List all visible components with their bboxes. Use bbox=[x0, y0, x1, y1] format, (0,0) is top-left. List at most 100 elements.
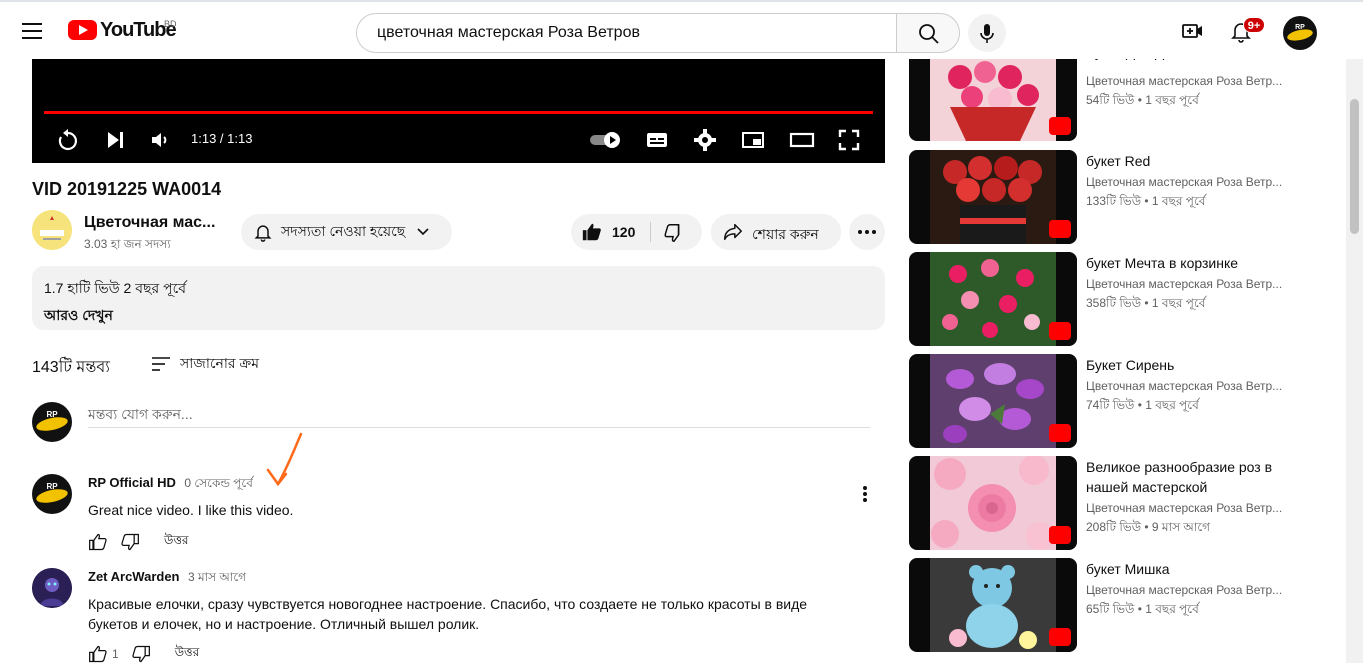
menu-icon[interactable] bbox=[22, 23, 42, 39]
notification-badge: 9+ bbox=[1243, 17, 1265, 33]
rp-official-avatar-icon: RP bbox=[32, 474, 72, 514]
related-title: букет Мишка bbox=[1086, 561, 1170, 577]
related-channel: Цветочная мастерская Роза Ветр... bbox=[1086, 175, 1283, 189]
video-thumbnail[interactable] bbox=[909, 354, 1077, 448]
related-channel: Цветочная мастерская Роза Ветр... bbox=[1086, 277, 1283, 291]
subscribed-button[interactable]: সদস্যতা নেওয়া হয়েছে bbox=[241, 214, 452, 250]
dislike-icon[interactable] bbox=[120, 532, 140, 552]
rp-official-avatar-icon: RP bbox=[32, 402, 72, 442]
more-actions-button[interactable] bbox=[849, 214, 885, 250]
roses-thumbnail-icon bbox=[930, 456, 1056, 550]
comment-avatar[interactable] bbox=[32, 568, 72, 608]
shorts-icon bbox=[1049, 424, 1071, 442]
theater-mode-icon[interactable] bbox=[789, 128, 815, 152]
dislike-icon[interactable] bbox=[663, 222, 685, 244]
rp-official-avatar-icon: RP bbox=[1283, 16, 1317, 50]
description-box[interactable]: 1.7 হাটি ভিউ 2 বছর পূর্বে আরও দেখুন bbox=[32, 266, 885, 330]
add-comment-input[interactable]: মন্তব্য যোগ করুন... bbox=[88, 402, 870, 428]
like-divider bbox=[650, 222, 651, 242]
add-comment-placeholder: মন্তব্য যোগ করুন... bbox=[88, 406, 193, 422]
related-video[interactable]: Букет Для Дамы Цветочная мастерская Роза… bbox=[909, 44, 1363, 141]
bouquet-thumbnail-icon bbox=[930, 150, 1056, 244]
next-icon[interactable] bbox=[104, 128, 128, 152]
comment-time[interactable]: 3 মাস আগে bbox=[188, 570, 246, 584]
time-display: 1:13 / 1:13 bbox=[191, 131, 253, 146]
page-scrollbar[interactable] bbox=[1346, 59, 1363, 663]
replay-icon[interactable] bbox=[56, 128, 80, 152]
related-channel: Цветочная мастерская Роза Ветр... bbox=[1086, 379, 1283, 393]
related-meta: 358টি ভিউ • 1 বছর পূর্বে bbox=[1086, 296, 1206, 310]
comment-author[interactable]: Zet ArcWarden bbox=[88, 569, 180, 584]
bouquet-thumbnail-icon bbox=[930, 252, 1056, 346]
comment-item: Zet ArcWarden 3 মাস আগে Красивые елочки,… bbox=[88, 568, 848, 663]
scrollbar-thumb[interactable] bbox=[1350, 99, 1359, 234]
fullscreen-icon[interactable] bbox=[837, 128, 861, 152]
top-bar: YouTube BD цветочная мастерская Роза Вет… bbox=[0, 0, 1363, 59]
comment-actions: 1 উত্তর bbox=[88, 644, 848, 663]
video-player[interactable]: 1:13 / 1:13 bbox=[32, 59, 885, 163]
video-thumbnail[interactable] bbox=[909, 150, 1077, 244]
like-icon[interactable] bbox=[88, 644, 108, 663]
teddy-bear-thumbnail-icon bbox=[930, 558, 1056, 652]
svg-text:RP: RP bbox=[46, 482, 58, 491]
related-channel: Цветочная мастерская Роза Ветр... bbox=[1086, 501, 1283, 515]
sort-label: সাজানোর ক্রম bbox=[180, 355, 260, 371]
show-more-link[interactable]: আরও দেখুন bbox=[44, 304, 873, 328]
video-thumbnail[interactable] bbox=[909, 252, 1077, 346]
share-label: শেয়ার করুন bbox=[752, 226, 819, 242]
settings-gear-icon[interactable] bbox=[693, 128, 717, 152]
svg-text:RP: RP bbox=[1295, 24, 1305, 31]
miniplayer-icon[interactable] bbox=[741, 128, 765, 152]
related-video[interactable]: букет Мишка Цветочная мастерская Роза Ве… bbox=[909, 558, 1363, 652]
create-button[interactable] bbox=[1181, 19, 1205, 43]
related-video[interactable]: Великое разнообразие роз в нашей мастерс… bbox=[909, 456, 1363, 550]
related-video[interactable]: Букет Сирень Цветочная мастерская Роза В… bbox=[909, 354, 1363, 448]
dislike-icon[interactable] bbox=[131, 644, 151, 663]
like-icon[interactable] bbox=[88, 532, 108, 552]
comment-item: RP Official HD 0 সেকেন্ড পূর্বে Great ni… bbox=[88, 474, 848, 552]
like-count: 120 bbox=[612, 224, 636, 240]
related-meta: 54টি ভিউ • 1 বছর পূর্বে bbox=[1086, 93, 1199, 107]
video-thumbnail[interactable] bbox=[909, 558, 1077, 652]
youtube-logo[interactable]: YouTube bbox=[68, 18, 177, 42]
progress-bar[interactable] bbox=[44, 111, 873, 114]
profile-avatar[interactable]: RP bbox=[1283, 16, 1317, 50]
channel-name[interactable]: Цветочная мас... bbox=[84, 214, 215, 232]
channel-avatar[interactable] bbox=[32, 210, 72, 250]
view-stats: 1.7 হাটি ভিউ 2 বছর পূর্বে bbox=[44, 280, 186, 296]
comment-time[interactable]: 0 সেকেন্ড পূর্বে bbox=[184, 476, 253, 490]
volume-icon[interactable] bbox=[148, 128, 172, 152]
comment-avatar[interactable]: RP bbox=[32, 474, 72, 514]
comment-text: Красивые елочки, сразу чувствуется новог… bbox=[88, 596, 808, 632]
subtitles-icon[interactable] bbox=[645, 128, 669, 152]
comment-author[interactable]: RP Official HD bbox=[88, 475, 176, 490]
related-title: Великое разнообразие роз в нашей мастерс… bbox=[1086, 459, 1273, 495]
like-icon[interactable] bbox=[581, 221, 603, 243]
related-channel: Цветочная мастерская Роза Ветр... bbox=[1086, 583, 1283, 597]
video-thumbnail[interactable] bbox=[909, 456, 1077, 550]
autoplay-toggle-icon[interactable] bbox=[588, 128, 624, 152]
country-code: BD bbox=[164, 19, 177, 29]
share-button[interactable]: শেয়ার করুন bbox=[711, 214, 841, 250]
search-button[interactable] bbox=[896, 13, 960, 53]
sort-comments-button[interactable]: সাজানোর ক্রম bbox=[150, 352, 259, 376]
related-video[interactable]: букет Мечта в корзинке Цветочная мастерс… bbox=[909, 252, 1363, 346]
bell-icon bbox=[254, 225, 272, 242]
reply-button[interactable]: উত্তর bbox=[175, 644, 200, 663]
shorts-icon bbox=[1049, 117, 1071, 135]
search-input-value: цветочная мастерская Роза Ветров bbox=[377, 24, 640, 41]
bouquet-thumbnail-icon bbox=[930, 47, 1056, 141]
shorts-icon bbox=[1049, 526, 1071, 544]
svg-text:RP: RP bbox=[46, 410, 58, 419]
create-video-icon bbox=[1182, 24, 1202, 38]
share-icon bbox=[724, 223, 742, 241]
related-title: букет Red bbox=[1086, 153, 1151, 169]
lilac-thumbnail-icon bbox=[930, 354, 1056, 448]
voice-search-button[interactable] bbox=[968, 14, 1006, 52]
related-video[interactable]: букет Red Цветочная мастерская Роза Ветр… bbox=[909, 150, 1363, 244]
search-input[interactable]: цветочная мастерская Роза Ветров bbox=[356, 13, 897, 53]
comment-more-icon[interactable] bbox=[857, 484, 873, 504]
my-avatar: RP bbox=[32, 402, 72, 442]
reply-button[interactable]: উত্তর bbox=[164, 532, 189, 552]
video-thumbnail[interactable] bbox=[909, 47, 1077, 141]
